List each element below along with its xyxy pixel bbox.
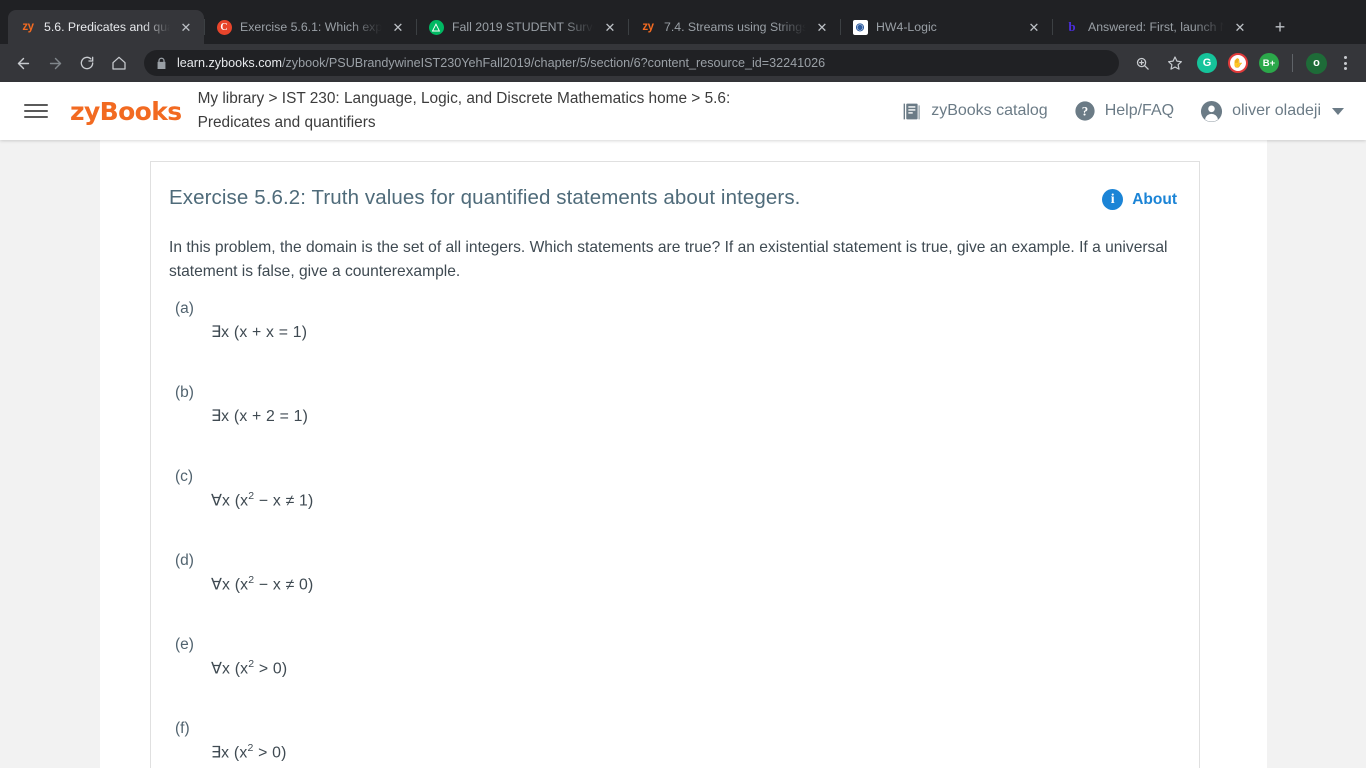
browser-tab-3[interactable]: △ Fall 2019 STUDENT Survey ✕ xyxy=(416,10,628,44)
left-gutter xyxy=(0,140,100,768)
url-host: learn.zybooks.com xyxy=(177,56,282,70)
bookmark-star-icon[interactable] xyxy=(1160,48,1190,78)
exercise-card: Exercise 5.6.2: Truth values for quantif… xyxy=(150,161,1200,768)
tab-divider xyxy=(204,19,205,35)
address-bar[interactable]: learn.zybooks.com/zybook/PSUBrandywineIS… xyxy=(144,50,1119,76)
tab-close-icon[interactable]: ✕ xyxy=(390,19,406,35)
browser-tab-6[interactable]: b Answered: First, launch Net ✕ xyxy=(1052,10,1258,44)
adblock-extension-icon[interactable]: ✋ xyxy=(1228,53,1248,73)
tab-title: Fall 2019 STUDENT Survey xyxy=(452,20,594,34)
part-label: (d) xyxy=(175,552,194,570)
exercise-part-a[interactable]: (a) ∃x (x + x = 1) xyxy=(169,300,1177,384)
profile-avatar[interactable]: o xyxy=(1306,52,1327,74)
bartleby-favicon-icon: b xyxy=(1068,19,1076,34)
exercise-part-c[interactable]: (c) ∀x (x2 − x ≠ 1) xyxy=(169,468,1177,552)
tab-close-icon[interactable]: ✕ xyxy=(1232,19,1248,35)
exercise-part-f[interactable]: (f) ∃x (x2 > 0) xyxy=(169,720,1177,768)
part-label: (f) xyxy=(175,720,190,738)
tab-title: Answered: First, launch Net xyxy=(1088,20,1224,34)
toolbar-divider xyxy=(1292,54,1293,72)
svg-text:?: ? xyxy=(1081,105,1087,119)
tab-strip: zy 5.6. Predicates and quantifi ✕ C Exer… xyxy=(0,0,1366,44)
exercise-part-d[interactable]: (d) ∀x (x2 − x ≠ 0) xyxy=(169,552,1177,636)
person-icon xyxy=(1200,100,1223,123)
chegg-favicon-icon: C xyxy=(216,19,232,35)
tab-divider xyxy=(840,19,841,35)
grammarly-extension-icon[interactable]: G xyxy=(1197,53,1217,73)
question-mark-icon: ? xyxy=(1074,100,1096,122)
part-label: (a) xyxy=(175,300,194,318)
zybooks-favicon-icon: zy xyxy=(22,21,34,33)
browser-chrome: zy 5.6. Predicates and quantifi ✕ C Exer… xyxy=(0,0,1366,82)
page-content: zyBooks My library > IST 230: Language, … xyxy=(0,82,1366,768)
new-tab-button[interactable]: + xyxy=(1266,13,1294,41)
exercise-part-e[interactable]: (e) ∀x (x2 > 0) xyxy=(169,636,1177,720)
part-label: (e) xyxy=(175,636,194,654)
part-expression: ∀x (x2 > 0) xyxy=(211,658,288,678)
catalog-label: zyBooks catalog xyxy=(931,102,1048,119)
url-path: /zybook/PSUBrandywineIST230YehFall2019/c… xyxy=(282,56,826,70)
page-title: Exercise 5.6.2: Truth values for quantif… xyxy=(169,186,801,209)
book-icon xyxy=(901,101,922,122)
tab-divider xyxy=(1052,19,1053,35)
hamburger-menu-icon[interactable] xyxy=(24,104,48,118)
reload-button[interactable] xyxy=(72,48,102,78)
tab-divider xyxy=(628,19,629,35)
help-link[interactable]: ? Help/FAQ xyxy=(1074,100,1174,122)
exercise-prompt: In this problem, the domain is the set o… xyxy=(169,239,1168,281)
browser-toolbar: learn.zybooks.com/zybook/PSUBrandywineIS… xyxy=(0,44,1366,82)
forward-button[interactable] xyxy=(40,48,70,78)
zybooks-favicon-icon: zy xyxy=(642,21,654,33)
part-expression: ∃x (x + 2 = 1) xyxy=(211,408,309,426)
tab-divider xyxy=(416,19,417,35)
qualtrics-favicon-icon: △ xyxy=(428,19,444,35)
help-label: Help/FAQ xyxy=(1104,102,1175,119)
part-expression: ∀x (x2 − x ≠ 1) xyxy=(211,490,314,510)
tab-title: Exercise 5.6.1: Which expre xyxy=(240,20,382,34)
content-wrapper: Exercise 5.6.2: Truth values for quantif… xyxy=(0,140,1366,768)
about-button[interactable]: i About xyxy=(1102,186,1177,210)
header-actions: zyBooks catalog ? Help/FAQ oliver oladej… xyxy=(901,100,1344,123)
about-label: About xyxy=(1132,190,1177,208)
tab-title: 5.6. Predicates and quantifi xyxy=(44,20,170,34)
browser-tab-4[interactable]: zy 7.4. Streams using Strings ✕ xyxy=(628,10,840,44)
breadcrumb[interactable]: My library > IST 230: Language, Logic, a… xyxy=(198,87,798,135)
user-label: oliver oladeji xyxy=(1232,102,1321,119)
bplus-extension-icon[interactable]: B+ xyxy=(1259,53,1279,73)
part-expression: ∀x (x2 − x ≠ 0) xyxy=(211,574,314,594)
home-button[interactable] xyxy=(104,48,134,78)
part-label: (c) xyxy=(175,468,194,486)
main-column: Exercise 5.6.2: Truth values for quantif… xyxy=(100,140,1267,768)
part-expression: ∃x (x2 > 0) xyxy=(211,742,287,762)
zybooks-header: zyBooks My library > IST 230: Language, … xyxy=(0,82,1366,140)
exercise-header: Exercise 5.6.2: Truth values for quantif… xyxy=(169,186,1177,210)
tab-close-icon[interactable]: ✕ xyxy=(602,19,618,35)
info-icon: i xyxy=(1102,189,1124,210)
browser-menu-icon[interactable] xyxy=(1334,56,1356,70)
toolbar-actions: G ✋ B+ o xyxy=(1127,48,1358,78)
part-label: (b) xyxy=(175,384,194,402)
exercise-part-b[interactable]: (b) ∃x (x + 2 = 1) xyxy=(169,384,1177,468)
back-button[interactable] xyxy=(8,48,38,78)
tab-close-icon[interactable]: ✕ xyxy=(814,19,830,35)
tab-title: HW4-Logic xyxy=(876,20,937,34)
browser-tab-2[interactable]: C Exercise 5.6.1: Which expre ✕ xyxy=(204,10,416,44)
tab-close-icon[interactable]: ✕ xyxy=(178,19,194,35)
canvas-favicon-icon: ◉ xyxy=(852,19,868,35)
tab-title: 7.4. Streams using Strings xyxy=(664,20,806,34)
right-gutter xyxy=(1267,140,1366,768)
browser-tab-1[interactable]: zy 5.6. Predicates and quantifi ✕ xyxy=(8,10,204,44)
catalog-link[interactable]: zyBooks catalog xyxy=(901,101,1048,122)
browser-tab-5[interactable]: ◉ HW4-Logic ✕ xyxy=(840,10,1052,44)
chevron-down-icon[interactable] xyxy=(1332,107,1344,115)
url-text: learn.zybooks.com/zybook/PSUBrandywineIS… xyxy=(177,56,825,70)
zybooks-logo[interactable]: zyBooks xyxy=(70,97,182,126)
tab-close-icon[interactable]: ✕ xyxy=(1026,19,1042,35)
lock-icon xyxy=(156,57,167,70)
exercise-parts: (a) ∃x (x + x = 1) (b) ∃x (x + 2 = 1) (c… xyxy=(169,300,1177,768)
zoom-icon[interactable] xyxy=(1127,48,1157,78)
user-menu[interactable]: oliver oladeji xyxy=(1200,100,1344,123)
part-expression: ∃x (x + x = 1) xyxy=(211,324,308,342)
